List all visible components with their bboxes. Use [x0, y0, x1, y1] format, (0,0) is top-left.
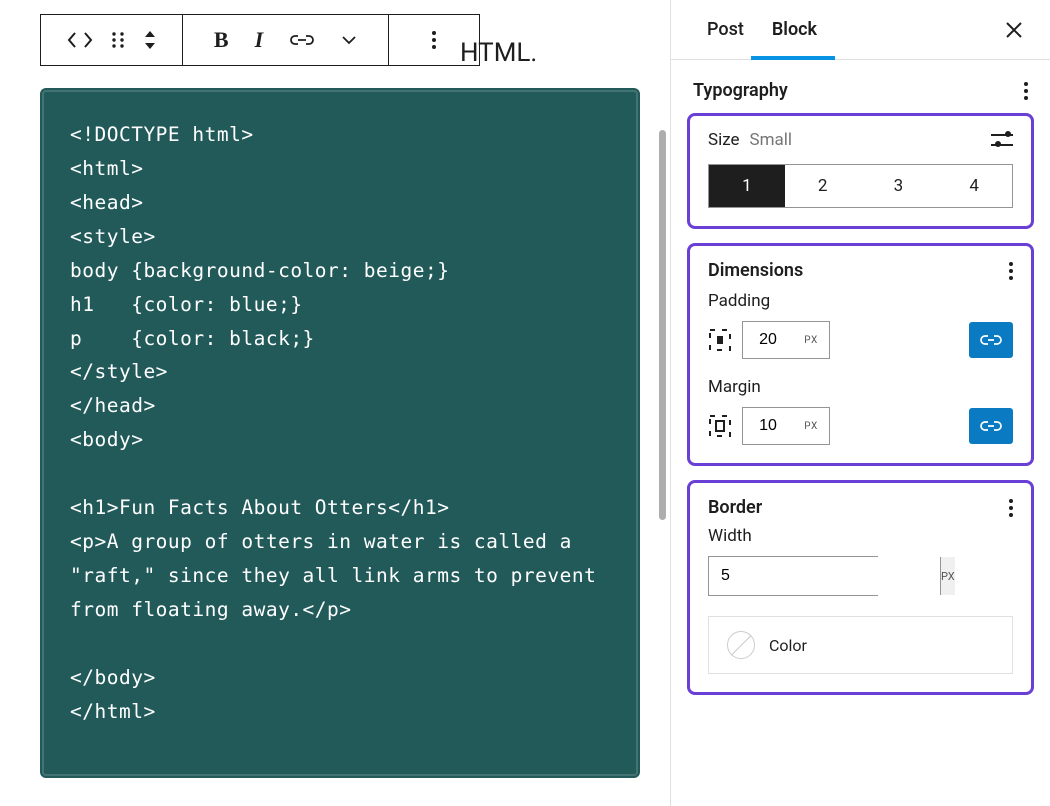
editor-canvas: B I HTML. <!DOCTYPE html> <html> <head> … — [0, 0, 670, 806]
margin-box-icon[interactable] — [708, 414, 732, 438]
move-up-down-icon[interactable] — [143, 29, 157, 51]
drag-handle-icon[interactable] — [111, 31, 125, 49]
bold-button[interactable]: B — [214, 27, 229, 53]
floating-text: HTML. — [460, 38, 537, 68]
toolbar-group-block — [41, 15, 183, 65]
border-highlight: Border Width PX Color — [687, 480, 1034, 695]
border-title: Border — [708, 497, 762, 518]
size-segmented-control: 1 2 3 4 — [708, 164, 1013, 208]
margin-input-group: PX — [742, 407, 830, 445]
dimensions-header: Dimensions — [708, 260, 1013, 281]
link-button[interactable] — [289, 33, 315, 47]
scrollbar[interactable] — [659, 130, 666, 520]
padding-unit[interactable]: PX — [793, 322, 829, 358]
size-option-1[interactable]: 1 — [709, 165, 785, 207]
padding-link-button[interactable] — [969, 322, 1013, 358]
size-option-2[interactable]: 2 — [785, 165, 861, 207]
code-block[interactable]: <!DOCTYPE html> <html> <head> <style> bo… — [40, 88, 640, 778]
padding-input[interactable] — [743, 322, 793, 358]
border-width-input-group: PX — [708, 556, 878, 596]
typography-options-icon[interactable] — [1024, 82, 1028, 100]
kebab-icon — [432, 31, 436, 49]
dimensions-title: Dimensions — [708, 260, 803, 281]
code-block-icon[interactable] — [67, 31, 93, 49]
margin-row: PX — [708, 407, 1013, 445]
margin-link-button[interactable] — [969, 408, 1013, 444]
padding-label: Padding — [708, 291, 1013, 311]
size-value: Small — [750, 130, 793, 150]
toolbar-group-format: B I — [183, 15, 389, 65]
dimensions-options-icon[interactable] — [1009, 262, 1013, 280]
block-toolbar: B I — [40, 14, 480, 66]
margin-unit[interactable]: PX — [793, 408, 829, 444]
custom-size-icon[interactable] — [991, 131, 1013, 149]
tab-post[interactable]: Post — [693, 1, 758, 58]
dimensions-highlight: Dimensions Padding PX Margin PX — [687, 243, 1034, 466]
sidebar-tabs: Post Block — [671, 0, 1050, 60]
code-content[interactable]: <!DOCTYPE html> <html> <head> <style> bo… — [70, 118, 610, 729]
border-width-label: Width — [708, 526, 1013, 546]
margin-input[interactable] — [743, 408, 793, 444]
margin-label: Margin — [708, 377, 1013, 397]
border-width-unit[interactable]: PX — [940, 557, 955, 595]
tab-block[interactable]: Block — [758, 1, 831, 58]
italic-button[interactable]: I — [255, 27, 264, 53]
border-width-input[interactable] — [709, 557, 940, 595]
border-color-row[interactable]: Color — [708, 616, 1013, 674]
padding-row: PX — [708, 321, 1013, 359]
typography-size-highlight: Size Small 1 2 3 4 — [687, 113, 1034, 229]
typography-header: Typography — [693, 80, 1028, 101]
settings-sidebar: Post Block Typography Size Small 1 2 3 4 — [670, 0, 1050, 806]
border-color-label: Color — [769, 636, 807, 655]
size-option-4[interactable]: 4 — [936, 165, 1012, 207]
size-label: Size — [708, 130, 740, 150]
padding-box-icon[interactable] — [708, 328, 732, 352]
close-sidebar-button[interactable] — [996, 12, 1032, 48]
border-header: Border — [708, 497, 1013, 518]
more-formatting-icon[interactable] — [341, 35, 357, 45]
color-swatch-none-icon — [727, 631, 755, 659]
padding-input-group: PX — [742, 321, 830, 359]
typography-title: Typography — [693, 80, 788, 101]
border-options-icon[interactable] — [1009, 499, 1013, 517]
size-option-3[interactable]: 3 — [861, 165, 937, 207]
